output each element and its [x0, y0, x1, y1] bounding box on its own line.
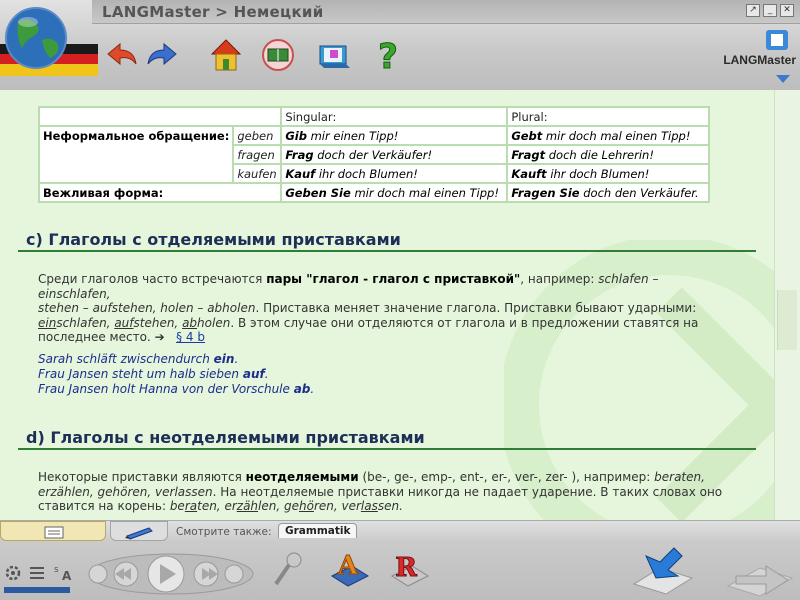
- vertical-scrollbar[interactable]: [774, 90, 800, 520]
- dictionary-icon[interactable]: [258, 36, 298, 74]
- scrollbar-thumb[interactable]: [777, 290, 797, 350]
- polite-singular-example: Geben Sie mir doch mal einen Tipp!: [280, 182, 509, 203]
- content-area: Singular: Plural: Неформальное обращение…: [0, 90, 774, 520]
- singular-example: Kauf ihr doch Blumen!: [280, 163, 509, 184]
- forward-arrow-icon[interactable]: [142, 36, 182, 74]
- svg-text:A: A: [337, 551, 359, 581]
- see-also-label: Смотрите также:: [176, 526, 272, 538]
- section-d-title: d) Глаголы с неотделяемыми приставками: [26, 428, 425, 447]
- informal-label: Неформальное обращение:: [37, 125, 235, 184]
- title-bar: LANGMaster > Немецкий ↗ _ ✕: [92, 0, 800, 24]
- section-c-paragraph: Среди глаголов часто встречаются пары "г…: [38, 272, 699, 344]
- tab-notes[interactable]: [0, 521, 106, 541]
- toolbar: LANGMaster > Немецкий ↗ _ ✕ ? LANGMaster: [0, 0, 800, 90]
- section-divider: [18, 448, 756, 450]
- repeat-button[interactable]: [224, 566, 242, 582]
- section-c-title: с) Глаголы с отделяемыми приставками: [26, 230, 401, 249]
- singular-example: Frag doch der Verkäufer!: [280, 144, 509, 165]
- singular-example: Gib mir einen Tipp!: [280, 125, 509, 146]
- example-sentence: Sarah schläft zwischendurch ein.: [38, 352, 239, 366]
- plural-example: Fragt doch die Lehrerin!: [506, 144, 711, 165]
- paragraph-link[interactable]: § 4 b: [176, 330, 205, 344]
- play-button[interactable]: [148, 556, 184, 592]
- verb-cell: geben: [232, 125, 283, 146]
- verb-cell: kaufen: [232, 163, 283, 184]
- microphone-icon[interactable]: [270, 550, 306, 593]
- verb-cell: fragen: [232, 144, 283, 165]
- restore-button[interactable]: ↗: [746, 4, 760, 17]
- pencil-icon: [125, 527, 153, 540]
- skip-start-button[interactable]: [90, 566, 108, 582]
- langmaster-logo-icon: [764, 28, 790, 52]
- plural-example: Kauft ihr doch Blumen!: [506, 163, 711, 184]
- svg-text:R: R: [395, 553, 417, 583]
- tab-pencil[interactable]: [110, 521, 168, 541]
- section-d-paragraph: Некоторые приставки являются неотделяемы…: [38, 470, 723, 513]
- plural-example: Gebt mir doch mal einen Tipp!: [506, 125, 711, 146]
- polite-label: Вежливая форма:: [37, 182, 283, 203]
- minimize-button[interactable]: _: [763, 4, 777, 17]
- help-icon[interactable]: ?: [368, 36, 408, 78]
- translation-icon[interactable]: s A: [52, 562, 74, 585]
- example-sentence: Frau Jansen holt Hanna von der Vorschule…: [38, 382, 315, 396]
- text-icon[interactable]: [28, 564, 48, 585]
- arrow-icon: ➔: [154, 330, 165, 344]
- section-divider: [18, 250, 756, 252]
- app-logo-globe: [0, 0, 98, 90]
- section-c-examples: Sarah schläft zwischendurch ein. Frau Ja…: [38, 352, 314, 397]
- grammar-book-icon[interactable]: R: [386, 546, 432, 595]
- polite-plural-example: Fragen Sie doch den Verkäufer.: [506, 182, 711, 203]
- imperative-table: Singular: Plural: Неформальное обращение…: [37, 106, 711, 203]
- rewind-button[interactable]: [114, 562, 138, 586]
- svg-text:A: A: [62, 569, 72, 582]
- volume-bars-icon[interactable]: [4, 584, 74, 598]
- course-book-icon[interactable]: [314, 36, 354, 74]
- example-sentence: Frau Jansen steht um halb sieben auf.: [38, 367, 269, 381]
- settings-icon[interactable]: [4, 564, 24, 585]
- svg-text:s: s: [54, 565, 59, 575]
- notes-icon: [44, 526, 64, 539]
- window-title: LANGMaster > Немецкий: [102, 3, 324, 21]
- previous-page-icon[interactable]: [626, 544, 698, 600]
- see-also-grammatik-tab[interactable]: Grammatik: [278, 523, 358, 538]
- brand-name: LANGMaster: [723, 53, 796, 67]
- header-singular: Singular:: [280, 106, 509, 127]
- svg-text:?: ?: [378, 37, 398, 74]
- bottom-tabs-row: Смотрите также: Grammatik: [0, 520, 800, 542]
- next-page-icon[interactable]: [722, 550, 796, 600]
- close-button[interactable]: ✕: [780, 4, 794, 17]
- home-icon[interactable]: [206, 36, 246, 74]
- fast-forward-button[interactable]: [194, 562, 218, 586]
- player-bar: Смотрите также: Grammatik s A A R: [0, 520, 800, 600]
- menu-dropdown-icon[interactable]: [772, 72, 794, 86]
- vocabulary-book-icon[interactable]: A: [326, 546, 372, 595]
- back-arrow-icon[interactable]: [102, 36, 142, 74]
- header-plural: Plural:: [506, 106, 711, 127]
